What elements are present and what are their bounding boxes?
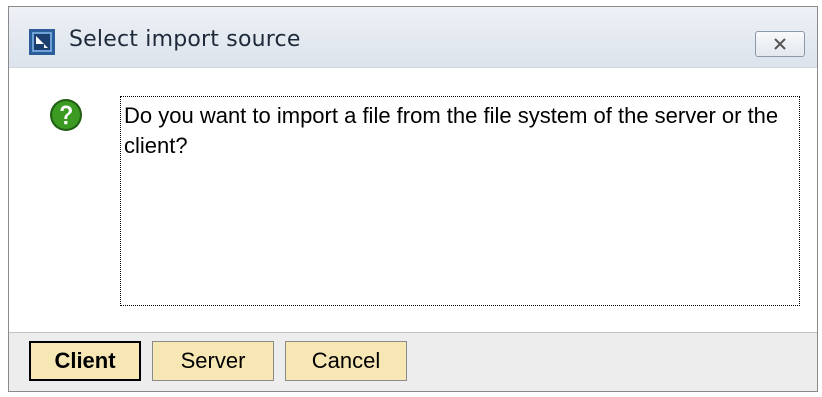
title-bar[interactable]: Select import source: [9, 7, 817, 68]
message-text: Do you want to import a file from the fi…: [124, 103, 779, 158]
dialog-title: Select import source: [69, 27, 301, 52]
dialog-content: Do you want to import a file from the fi…: [9, 68, 817, 332]
cancel-button[interactable]: Cancel: [285, 341, 407, 381]
close-button[interactable]: [755, 31, 805, 57]
server-button[interactable]: Server: [152, 341, 274, 381]
client-button[interactable]: Client: [29, 341, 141, 381]
message-box: Do you want to import a file from the fi…: [120, 96, 800, 306]
dialog-window: Select import source Do you want to impo…: [8, 6, 818, 392]
close-x-icon: [774, 38, 786, 50]
app-icon: [29, 29, 55, 55]
question-icon: [50, 99, 82, 131]
button-bar: Client Server Cancel: [9, 332, 817, 391]
